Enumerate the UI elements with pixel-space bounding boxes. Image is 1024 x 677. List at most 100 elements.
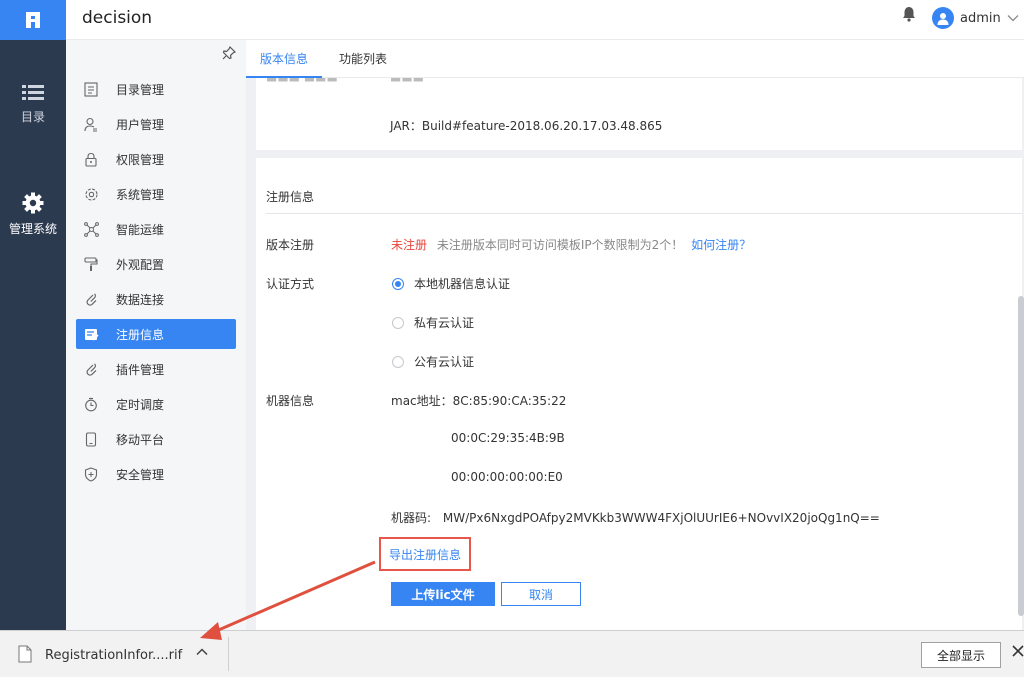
rail-item-catalog[interactable]: 目录	[0, 84, 66, 125]
status-badge: 未注册	[391, 238, 428, 252]
sidebar-item-label: 安全管理	[116, 467, 165, 482]
tab-bar: 版本信息 功能列表	[246, 40, 1024, 78]
sidebar-item-security[interactable]: 安全管理	[76, 459, 236, 489]
radio-button[interactable]	[392, 278, 404, 290]
avatar	[932, 7, 954, 29]
plugin-icon	[86, 362, 97, 376]
network-icon	[83, 221, 99, 237]
sidebar-item-appearance[interactable]: 外观配置	[76, 249, 236, 279]
radio-public-cloud-auth[interactable]: 公有云认证	[392, 353, 474, 370]
mac-prefix: mac地址：	[391, 394, 453, 408]
registration-notice: 未注册版本同时可访问模板IP个数限制为2个！	[436, 238, 684, 252]
registration-status-row: 未注册 未注册版本同时可访问模板IP个数限制为2个！ 如何注册？	[391, 236, 751, 253]
version-card: ■■■ ■■■ ■■■ JAR：Build#feature-2018.06.20…	[256, 78, 1022, 150]
sidebar-item-registration[interactable]: 注册信息	[76, 319, 236, 349]
download-bar: RegistrationInfor....rif 全部显示	[0, 630, 1024, 677]
app-rail: 目录 管理系统	[0, 0, 66, 630]
download-file-name[interactable]: RegistrationInfor....rif	[45, 648, 182, 663]
sidebar-item-permissions[interactable]: 权限管理	[76, 144, 236, 174]
file-icon	[18, 645, 32, 663]
divider	[266, 213, 1022, 214]
upload-lic-button[interactable]: 上传lic文件	[391, 582, 495, 606]
sidebar-item-mobile[interactable]: 移动平台	[76, 424, 236, 454]
jar-build-info: JAR：Build#feature-2018.06.20.17.03.48.86…	[390, 119, 663, 133]
sidebar-item-label: 定时调度	[116, 397, 165, 412]
sidebar: 目录管理 用户管理 权限管理 系统管理 智能运维 外观配置 数据连接 注册信息	[66, 40, 246, 630]
radio-button[interactable]	[392, 356, 404, 368]
show-all-button[interactable]: 全部显示	[921, 642, 1001, 668]
rail-item-label: 管理系统	[8, 222, 57, 236]
machine-code-row: 机器码: MW/Px6NxgdPOAfpy2MVKkb3WWW4FXjOlUUr…	[391, 509, 880, 526]
version-registration-label: 版本注册	[266, 238, 315, 252]
mac-address: 8C:85:90:CA:35:22	[452, 394, 567, 408]
logo-icon	[26, 12, 40, 28]
gear-icon	[84, 187, 98, 201]
how-to-register-link[interactable]: 如何注册？	[691, 238, 751, 252]
radio-private-cloud-auth[interactable]: 私有云认证	[392, 314, 474, 331]
cropped-row-text: ■■■	[390, 78, 424, 83]
sidebar-item-label: 系统管理	[116, 187, 165, 202]
machine-code-value: MW/Px6NxgdPOAfpy2MVKkb3WWW4FXjOlUUrIE6+N…	[442, 511, 880, 525]
sidebar-item-label: 插件管理	[116, 362, 165, 377]
sidebar-item-label: 智能运维	[116, 222, 165, 237]
app-title: decision	[82, 8, 153, 28]
gear-icon	[22, 192, 44, 214]
scrollbar[interactable]	[1018, 296, 1024, 616]
user-menu[interactable]: admin	[932, 7, 1019, 29]
sidebar-item-catalog[interactable]: 目录管理	[76, 74, 236, 104]
sidebar-item-ops[interactable]: 智能运维	[76, 214, 236, 244]
lock-icon	[85, 152, 97, 167]
registration-card: 注册信息 版本注册 未注册 未注册版本同时可访问模板IP个数限制为2个！ 如何注…	[256, 158, 1022, 630]
export-registration-button[interactable]: 导出注册信息	[379, 537, 471, 571]
catalog-icon	[84, 81, 98, 97]
user-icon	[937, 13, 949, 25]
sidebar-item-label: 外观配置	[116, 257, 165, 272]
sidebar-item-users[interactable]: 用户管理	[76, 109, 236, 139]
cropped-row-text: ■■■ ■■■	[266, 78, 338, 83]
mac-address-row: mac地址：8C:85:90:CA:35:22	[391, 392, 566, 409]
divider	[228, 637, 229, 671]
radio-local-auth[interactable]: 本地机器信息认证	[392, 275, 510, 292]
sidebar-item-data-connection[interactable]: 数据连接	[76, 284, 236, 314]
sidebar-item-label: 数据连接	[116, 292, 165, 307]
rail-item-management-system[interactable]: 管理系统	[0, 192, 66, 237]
machine-code-label: 机器码:	[391, 511, 432, 525]
mobile-icon	[85, 431, 97, 447]
sidebar-item-plugins[interactable]: 插件管理	[76, 354, 236, 384]
radio-label: 私有云认证	[414, 316, 475, 330]
mac-address: 00:00:00:00:00:E0	[451, 470, 563, 484]
machine-info-label: 机器信息	[266, 394, 315, 408]
sidebar-item-label: 权限管理	[116, 152, 165, 167]
section-title: 注册信息	[266, 190, 315, 204]
sidebar-item-label: 目录管理	[116, 82, 165, 97]
paint-roller-icon	[84, 256, 98, 271]
sidebar-item-label: 用户管理	[116, 117, 165, 132]
chevron-up-icon[interactable]	[196, 647, 208, 657]
cancel-button[interactable]: 取消	[501, 582, 581, 606]
user-icon	[84, 117, 97, 131]
pin-icon[interactable]	[222, 46, 236, 60]
timer-icon	[85, 397, 97, 411]
sidebar-item-scheduling[interactable]: 定时调度	[76, 389, 236, 419]
link-icon	[86, 292, 97, 306]
main-content: ■■■ ■■■ ■■■ JAR：Build#feature-2018.06.20…	[246, 78, 1022, 630]
bell-icon[interactable]	[902, 6, 916, 22]
tab-version-info[interactable]: 版本信息	[246, 40, 323, 78]
shield-icon	[84, 466, 98, 482]
radio-label: 公有云认证	[414, 355, 475, 369]
sidebar-menu: 目录管理 用户管理 权限管理 系统管理 智能运维 外观配置 数据连接 注册信息	[76, 74, 236, 494]
user-name: admin	[960, 10, 1001, 26]
sidebar-item-label: 移动平台	[116, 432, 165, 447]
registration-icon	[84, 328, 99, 341]
sidebar-item-system[interactable]: 系统管理	[76, 179, 236, 209]
tab-feature-list[interactable]: 功能列表	[325, 40, 401, 78]
app-logo[interactable]	[0, 0, 66, 40]
chevron-down-icon	[1007, 15, 1019, 22]
list-icon	[22, 85, 44, 100]
radio-button[interactable]	[392, 317, 404, 329]
radio-label: 本地机器信息认证	[414, 277, 511, 291]
close-icon[interactable]	[1012, 645, 1024, 657]
mac-address: 00:0C:29:35:4B:9B	[451, 431, 565, 445]
auth-method-label: 认证方式	[266, 277, 315, 291]
sidebar-item-label: 注册信息	[116, 327, 165, 342]
